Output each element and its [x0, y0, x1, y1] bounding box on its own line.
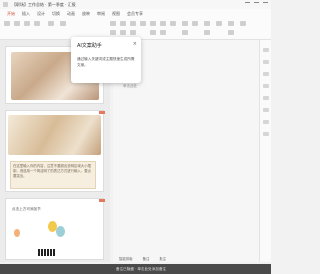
copy-icon[interactable] [24, 21, 30, 26]
align-right-icon[interactable] [170, 21, 176, 26]
slide-badge [99, 199, 105, 202]
family-photo-2 [8, 115, 101, 155]
tab-review[interactable]: 审阅 [97, 11, 105, 17]
highlight-icon[interactable] [130, 30, 136, 35]
shape-icon[interactable] [182, 21, 188, 26]
tab-member[interactable]: 会员专享 [127, 11, 143, 17]
paste-icon[interactable] [4, 21, 10, 26]
tab-insert[interactable]: 插入 [22, 11, 30, 17]
sidebar-tool-icon[interactable] [263, 120, 269, 124]
canvas-placeholder[interactable]: 单击此处 [123, 84, 153, 88]
sidebar-tool-icon[interactable] [263, 96, 269, 100]
align-center-icon[interactable] [160, 21, 166, 26]
minimize-icon[interactable] [245, 2, 250, 6]
ai-assistant-popup: AI文案助手 × 通过输入关键词或主题快速生成所需文案。 [71, 37, 141, 83]
close-window-icon[interactable] [263, 2, 268, 6]
title-bar: 【职场】工作总结 · 第一季度 · 汇报 [0, 0, 271, 9]
format-painter-icon[interactable] [34, 21, 40, 26]
status-smart-layout[interactable]: 智能排版 [119, 256, 133, 262]
slide-badge [99, 111, 105, 114]
tab-transition[interactable]: 切换 [52, 11, 60, 17]
slide-note-card: 在这里输入你的内容，注意不要超出说明区域大小限制，请选用一个简洁明了的表达方式进… [10, 161, 96, 189]
sidebar-tool-icon[interactable] [263, 60, 269, 64]
status-comments[interactable]: 批注 [159, 256, 166, 262]
tab-view[interactable]: 视图 [112, 11, 120, 17]
status-bar: 备注已隐藏 · 单击此处添加备注 [0, 264, 271, 274]
tab-design[interactable]: 设计 [37, 11, 45, 17]
textbox-icon[interactable] [204, 30, 210, 35]
close-icon[interactable]: × [133, 41, 137, 47]
slide-thumbnail-2[interactable]: 在这里输入你的内容，注意不要超出说明区域大小限制，请选用一个简洁明了的表达方式进… [5, 110, 105, 192]
status-footer-text: 备注已隐藏 · 单击此处添加备注 [116, 267, 167, 271]
new-slide-icon[interactable] [48, 21, 54, 26]
find-icon[interactable] [240, 21, 246, 26]
maximize-icon[interactable] [254, 2, 259, 6]
bullets-icon[interactable] [150, 30, 156, 35]
effects-icon[interactable] [228, 21, 234, 26]
layout-icon[interactable] [60, 21, 66, 26]
align-left-icon[interactable] [150, 21, 156, 26]
sidebar-tool-icon[interactable] [263, 48, 269, 52]
cut-icon[interactable] [14, 21, 20, 26]
sidebar-tool-icon[interactable] [263, 84, 269, 88]
barcode-graphic [38, 249, 56, 256]
ribbon-tabs: 开始 插入 设计 切换 动画 放映 审阅 视图 会员专享 [0, 9, 271, 18]
arrange-icon[interactable] [192, 21, 198, 26]
home-icon[interactable] [3, 2, 8, 7]
window-controls [245, 2, 268, 6]
tab-animation[interactable]: 动画 [67, 11, 75, 17]
font-icon[interactable] [110, 21, 116, 26]
outline-icon[interactable] [216, 21, 222, 26]
document-title: 【职场】工作总结 · 第一季度 · 汇报 [12, 1, 76, 7]
popup-body: 通过输入关键词或主题快速生成所需文案。 [77, 57, 135, 67]
slide-status-row: 智能排版 备注 批注 [113, 256, 259, 262]
underline-icon[interactable] [140, 21, 146, 26]
slide-3-text: 点击上方可添加节 [12, 207, 41, 211]
line-spacing-icon[interactable] [182, 30, 188, 35]
balloon-icon [14, 229, 20, 237]
status-notes[interactable]: 备注 [143, 256, 150, 262]
slide-thumbnail-3[interactable]: 点击上方可添加节 [5, 198, 105, 260]
select-icon[interactable] [228, 30, 234, 35]
tab-slideshow[interactable]: 放映 [82, 11, 90, 17]
text-color-icon[interactable] [120, 30, 126, 35]
sidebar-tool-icon[interactable] [263, 108, 269, 112]
bold-icon[interactable] [120, 21, 126, 26]
italic-icon[interactable] [130, 21, 136, 26]
sidebar-tool-icon[interactable] [263, 132, 269, 136]
popup-title: AI文案助手 [77, 43, 102, 49]
sidebar-tool-icon[interactable] [263, 72, 269, 76]
fill-icon[interactable] [204, 21, 210, 26]
tab-home[interactable]: 开始 [7, 11, 15, 17]
font-size-icon[interactable] [110, 30, 116, 35]
balloon-icon [56, 226, 65, 237]
right-sidebar [259, 40, 271, 262]
numbering-icon[interactable] [160, 30, 166, 35]
